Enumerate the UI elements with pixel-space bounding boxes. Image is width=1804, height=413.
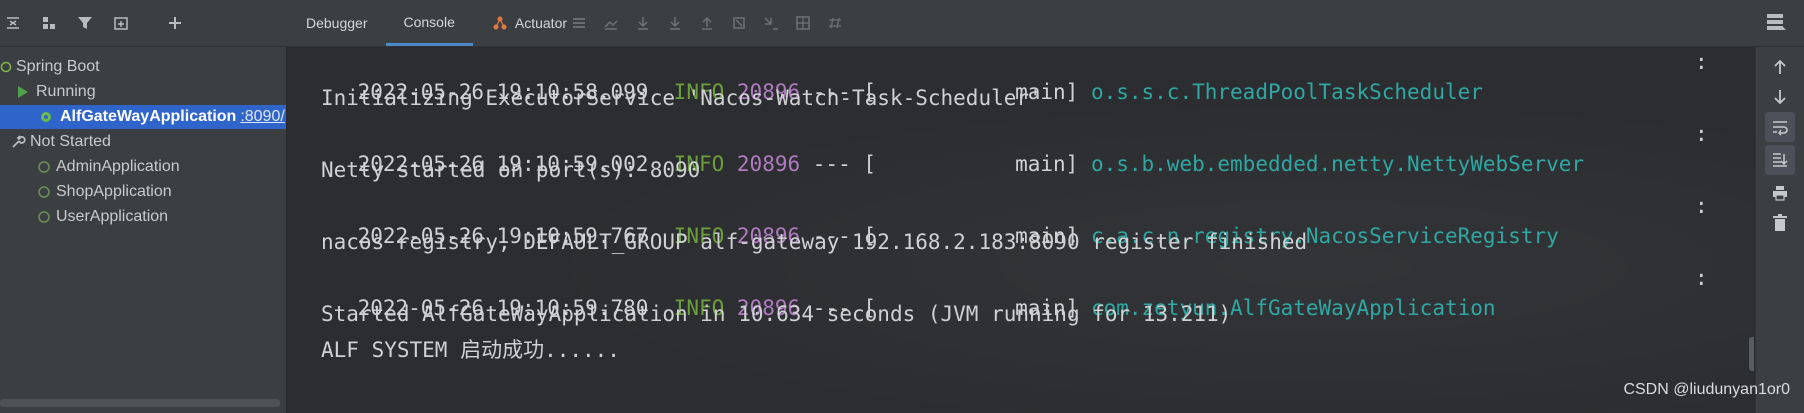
tree-node-admin-app[interactable]: AdminApplication [36, 155, 180, 179]
arrow-down-icon[interactable] [1768, 85, 1792, 109]
trace-current-stream-icon[interactable] [824, 12, 846, 34]
tree-node-not-started[interactable]: Not Started [0, 130, 111, 154]
run-icon [16, 85, 30, 99]
spring-app-icon [36, 209, 52, 225]
log-line: 2022-05-26 19:10:59.780 INFO 20896 --- [… [307, 263, 1496, 320]
arrow-up-icon[interactable] [1768, 55, 1792, 79]
log-logger: o.s.b.web.embedded.netty.NettyWebServer [1090, 152, 1585, 176]
services-tree: Spring Boot Running AlfGateWayApplicatio… [0, 47, 287, 413]
tree-node-user-app[interactable]: UserApplication [36, 205, 168, 229]
tree-node-running[interactable]: Running [16, 80, 96, 104]
log-separator: --- [ [812, 152, 876, 176]
log-message: Started AlfGateWayApplication in 10.634 … [321, 302, 1232, 326]
log-thread: main] [1015, 152, 1079, 176]
log-message: nacos registry, DEFAULT_GROUP alf-gatewa… [321, 230, 1308, 254]
log-colon: : [1695, 50, 1708, 74]
spring-app-icon [36, 184, 52, 200]
log-message: Initializing ExecutorService 'Nacos-Watc… [321, 86, 1042, 110]
sidebar-scrollbar[interactable] [0, 399, 280, 407]
layout-icon [1767, 14, 1786, 30]
wrench-icon [10, 134, 26, 150]
scroll-to-end-icon[interactable] [1765, 145, 1795, 175]
tab-console[interactable]: Console [385, 0, 473, 46]
tree-node-label: ShopApplication [56, 183, 172, 200]
new-window-icon[interactable] [110, 12, 132, 34]
drop-frame-icon[interactable] [728, 12, 750, 34]
tree-toolbar [0, 0, 186, 46]
tree-node-label: AlfGateWayApplication [60, 108, 237, 125]
tree-node-shop-app[interactable]: ShopApplication [36, 180, 172, 204]
log-colon: : [1695, 122, 1708, 146]
log-colon: : [1695, 194, 1708, 218]
log-message: Netty started on port(s): 8090 [321, 158, 701, 182]
tab-debugger[interactable]: Debugger [288, 0, 386, 46]
run-to-cursor-icon[interactable] [760, 12, 782, 34]
log-line: 2022-05-26 19:10:58.099 INFO 20896 --- [… [307, 47, 1483, 104]
log-pid: 20896 [736, 152, 801, 176]
tree-node-label: AdminApplication [56, 158, 180, 175]
layout-options[interactable] [1766, 12, 1788, 36]
tab-label: Debugger [306, 15, 368, 31]
spring-app-running-icon [38, 109, 54, 125]
step-out-icon[interactable] [696, 12, 718, 34]
log-colon: : [1695, 266, 1708, 290]
tab-label: Actuator [514, 15, 568, 31]
tree-node-alfgateway[interactable]: AlfGateWayApplication :8090/ [0, 105, 286, 129]
console-scrollbar-thumb[interactable] [1749, 337, 1754, 371]
tab-label: Console [403, 13, 455, 30]
tree-node-label: Spring Boot [16, 58, 100, 75]
group-by-icon[interactable] [38, 12, 60, 34]
console-side-toolbar [1755, 47, 1804, 413]
soft-wrap-icon[interactable] [1765, 112, 1795, 142]
port-link[interactable]: :8090/ [240, 108, 284, 126]
log-logger: o.s.s.c.ThreadPoolTaskScheduler [1090, 80, 1483, 104]
spring-boot-icon [0, 61, 12, 73]
debug-actions [568, 0, 846, 46]
console-output[interactable]: 2022-05-26 19:10:58.099 INFO 20896 --- [… [287, 47, 1754, 413]
add-icon[interactable] [164, 12, 186, 34]
menu-icon[interactable] [568, 12, 590, 34]
collapse-all-icon[interactable] [2, 12, 24, 34]
print-icon[interactable] [1768, 181, 1792, 205]
clear-all-icon[interactable] [1768, 211, 1792, 235]
show-execution-point-icon[interactable] [600, 12, 622, 34]
tool-tabs: Debugger Console Actuator [288, 0, 585, 46]
tree-node-label: UserApplication [56, 208, 169, 225]
tree-node-label: Not Started [30, 133, 111, 150]
watermark: CSDN @liudunyan1or0 [1623, 381, 1790, 398]
tree-node-label: Running [36, 83, 96, 100]
filter-icon[interactable] [74, 12, 96, 34]
log-line: 2022-05-26 19:10:59.767 INFO 20896 --- [… [307, 191, 1559, 248]
evaluate-expression-icon[interactable] [792, 12, 814, 34]
actuator-icon [491, 14, 509, 32]
step-into-icon[interactable] [664, 12, 686, 34]
top-toolbar: Debugger Console Actuator [0, 0, 1804, 47]
tree-node-spring-boot[interactable]: Spring Boot [0, 55, 100, 79]
log-line: 2022-05-26 19:10:59.002 INFO 20896 --- [… [307, 119, 1584, 176]
spring-app-icon [36, 159, 52, 175]
step-over-icon[interactable] [632, 12, 654, 34]
log-message-final: ALF SYSTEM 启动成功...... [321, 338, 620, 362]
